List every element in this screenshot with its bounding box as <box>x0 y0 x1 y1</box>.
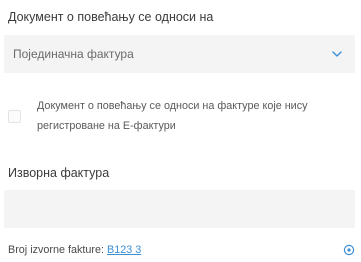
circle-dot-icon[interactable] <box>343 244 355 256</box>
chevron-down-icon <box>332 51 342 57</box>
source-invoice-input[interactable] <box>4 190 355 228</box>
document-relates-label: Документ о повећању се односи на <box>8 10 214 24</box>
reference-label: Broj izvorne fakture: <box>8 244 105 256</box>
document-type-select[interactable]: Појединачна фактура <box>4 35 355 73</box>
invoice-reference-form: Документ о повећању се односи на Поједин… <box>0 0 361 262</box>
not-registered-checkbox[interactable] <box>8 110 21 123</box>
source-invoice-label: Изворна фактура <box>8 166 110 180</box>
not-registered-label: Документ о повећању се односи на фактуре… <box>37 100 308 132</box>
source-invoice-reference: Broj izvorne fakture: B123 3 <box>8 244 357 258</box>
reference-link[interactable]: B123 3 <box>107 244 141 256</box>
document-type-select-value: Појединачна фактура <box>13 47 134 61</box>
not-registered-option: Документ о повећању се односи на фактуре… <box>4 96 357 146</box>
